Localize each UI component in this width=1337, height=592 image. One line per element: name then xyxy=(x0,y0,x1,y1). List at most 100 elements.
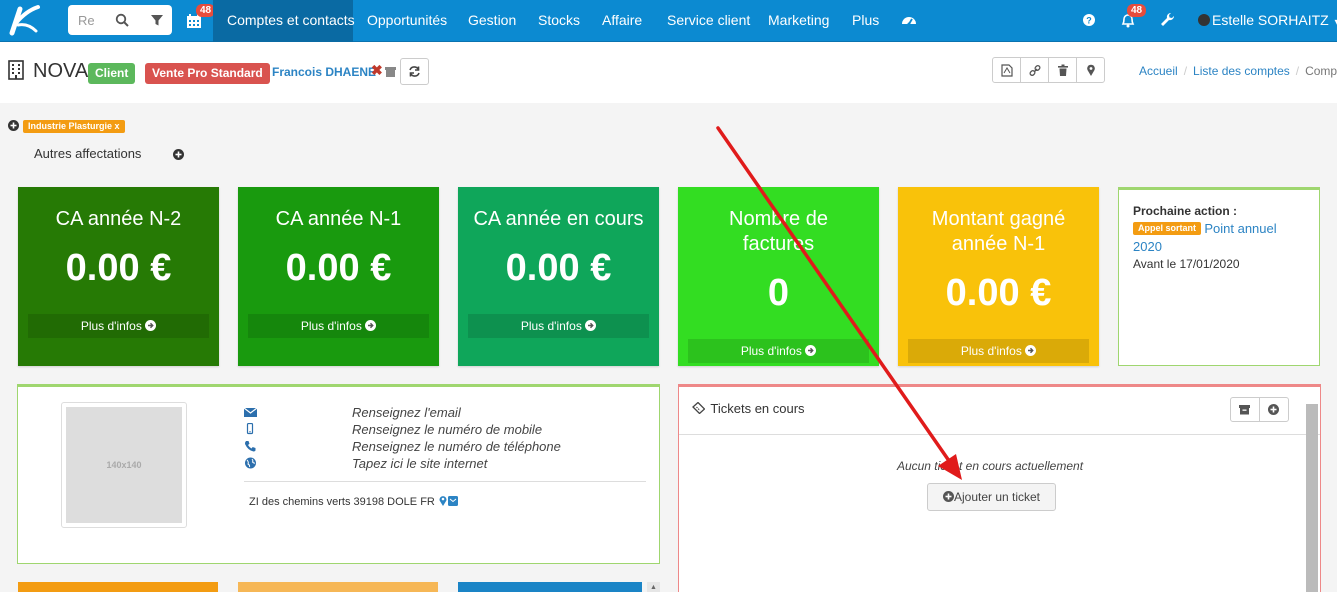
chevron-down-icon: ▼ xyxy=(1333,17,1337,27)
contact-info-panel: 140x140 Renseignez l'email Renseignez le… xyxy=(17,384,660,564)
dashboard-icon[interactable] xyxy=(900,11,918,29)
stat-title: CA année N-2 xyxy=(55,208,182,230)
add-ticket-button[interactable]: Ajouter un ticket xyxy=(927,483,1056,511)
stat-ca-current: CA année en cours 0.00 € Plus d'infos xyxy=(458,187,659,366)
link-button[interactable] xyxy=(1021,58,1049,82)
breadcrumb-home[interactable]: Accueil xyxy=(1139,64,1178,78)
archived-tickets-button[interactable] xyxy=(1231,398,1260,421)
caret-up-icon: ▲ xyxy=(650,584,657,591)
nav-stocks[interactable]: Stocks xyxy=(538,0,580,42)
refresh-button[interactable] xyxy=(400,58,429,85)
phone-row[interactable]: Renseignez le numéro de téléphone xyxy=(244,438,644,455)
arrow-circle-right-icon xyxy=(1025,345,1037,356)
stat-won-amount: Montant gagné année N-1 0.00 € Plus d'in… xyxy=(898,187,1099,366)
mobile-icon xyxy=(246,423,254,435)
address-text: ZI des chemins verts 39198 DOLE FR xyxy=(249,496,435,508)
more-info-link[interactable]: Plus d'infos xyxy=(688,339,869,363)
notifications-badge: 48 xyxy=(1127,4,1147,17)
stat-card-partial xyxy=(238,582,438,592)
scrollbar[interactable] xyxy=(1306,404,1318,592)
more-info-label: Plus d'infos xyxy=(80,319,142,333)
scroll-up-arrow[interactable]: ▲ xyxy=(647,582,660,592)
breadcrumb: Accueil / Liste des comptes / Compte xyxy=(1139,64,1337,78)
archive-icon[interactable] xyxy=(385,67,396,77)
mobile-row[interactable]: Renseignez le numéro de mobile xyxy=(244,421,644,438)
more-info-link[interactable]: Plus d'infos xyxy=(468,314,649,338)
nav-plus[interactable]: Plus xyxy=(852,0,879,42)
search-icon[interactable] xyxy=(115,13,129,27)
tickets-panel: Tickets en cours Aucun ticket en cours a… xyxy=(678,384,1321,592)
stat-title: CA année en cours xyxy=(473,208,644,230)
more-info-label: Plus d'infos xyxy=(300,319,362,333)
globe-icon xyxy=(245,457,256,469)
more-info-label: Plus d'infos xyxy=(960,344,1022,358)
phone-icon xyxy=(245,441,256,452)
mobile-value: Renseignez le numéro de mobile xyxy=(352,422,543,437)
location-button[interactable] xyxy=(1077,58,1104,82)
email-value: Renseignez l'email xyxy=(352,405,461,420)
more-info-link[interactable]: Plus d'infos xyxy=(248,314,429,338)
nav-marketing[interactable]: Marketing xyxy=(768,0,829,42)
add-tag-icon[interactable] xyxy=(8,120,19,131)
top-navbar: 48 Comptes et contacts Opportunités Gest… xyxy=(0,0,1337,42)
account-actions xyxy=(992,57,1105,83)
ticket-icon xyxy=(692,401,706,415)
breadcrumb-separator: / xyxy=(1183,64,1188,78)
plus-circle-icon xyxy=(942,491,954,502)
tickets-title: Tickets en cours xyxy=(692,401,805,416)
nav-affaire[interactable]: Affaire xyxy=(602,0,642,42)
next-action-title: Prochaine action : xyxy=(1133,204,1238,218)
avatar xyxy=(1198,14,1210,26)
wrench-icon[interactable] xyxy=(1158,11,1176,29)
main-content: Industrie Plasturgie x Autres affectatio… xyxy=(0,103,1337,592)
file-pdf-icon xyxy=(1001,64,1013,77)
email-row[interactable]: Renseignez l'email xyxy=(244,404,644,421)
owner-link[interactable]: Francois DHAENE xyxy=(272,65,376,79)
remove-owner-icon[interactable]: ✖ xyxy=(371,62,383,79)
more-info-link[interactable]: Plus d'infos xyxy=(908,339,1089,363)
next-action-due: Avant le 17/01/2020 xyxy=(1133,257,1240,271)
stat-ca-n2: CA année N-2 0.00 € Plus d'infos xyxy=(18,187,219,366)
map-marker-icon[interactable] xyxy=(438,495,448,506)
trash-icon xyxy=(1058,64,1068,76)
arrow-circle-right-icon xyxy=(145,320,157,331)
breadcrumb-accounts[interactable]: Liste des comptes xyxy=(1193,64,1290,78)
add-assignment-icon[interactable] xyxy=(173,149,184,160)
arrow-circle-right-icon xyxy=(585,320,597,331)
client-label: Client xyxy=(88,63,136,84)
help-icon[interactable]: ? xyxy=(1080,11,1098,29)
add-ticket-label: Ajouter un ticket xyxy=(953,490,1041,504)
nav-comptes-contacts[interactable]: Comptes et contacts xyxy=(213,0,355,42)
nav-opportunites[interactable]: Opportunités xyxy=(367,0,447,42)
nav-service-client[interactable]: Service client xyxy=(667,0,750,42)
divider xyxy=(244,481,646,482)
more-info-label: Plus d'infos xyxy=(520,319,582,333)
stat-value: 0.00 € xyxy=(65,247,172,289)
pdf-button[interactable] xyxy=(993,58,1021,82)
filter-icon[interactable] xyxy=(150,13,164,27)
delete-button[interactable] xyxy=(1049,58,1077,82)
website-row[interactable]: Tapez ici le site internet xyxy=(244,455,644,472)
industry-tag[interactable]: Industrie Plasturgie x xyxy=(23,120,125,133)
search-input[interactable] xyxy=(68,5,104,35)
breadcrumb-current: Compte xyxy=(1305,64,1337,78)
no-tickets-message: Aucun ticket en cours actuellement xyxy=(896,459,1084,473)
more-info-link[interactable]: Plus d'infos xyxy=(28,314,209,338)
envelope-square-icon[interactable] xyxy=(447,495,458,506)
stat-value: 0 xyxy=(767,272,790,314)
tickets-actions xyxy=(1230,397,1289,422)
stat-value: 0.00 € xyxy=(945,272,1052,314)
add-ticket-icon-button[interactable] xyxy=(1260,398,1288,421)
map-marker-icon xyxy=(1087,64,1095,76)
nav-gestion[interactable]: Gestion xyxy=(468,0,516,42)
arrow-circle-right-icon xyxy=(365,320,377,331)
link-icon xyxy=(1029,64,1041,77)
sales-label: Vente Pro Standard xyxy=(145,63,270,84)
account-photo[interactable]: 140x140 xyxy=(61,402,187,528)
user-menu[interactable]: Estelle SORHAITZ ▼ xyxy=(1198,0,1337,42)
refresh-icon xyxy=(409,66,420,77)
app-logo[interactable] xyxy=(6,3,42,37)
phone-value: Renseignez le numéro de téléphone xyxy=(352,439,561,454)
address: ZI des chemins verts 39198 DOLE FR xyxy=(249,495,458,508)
more-info-label: Plus d'infos xyxy=(740,344,802,358)
